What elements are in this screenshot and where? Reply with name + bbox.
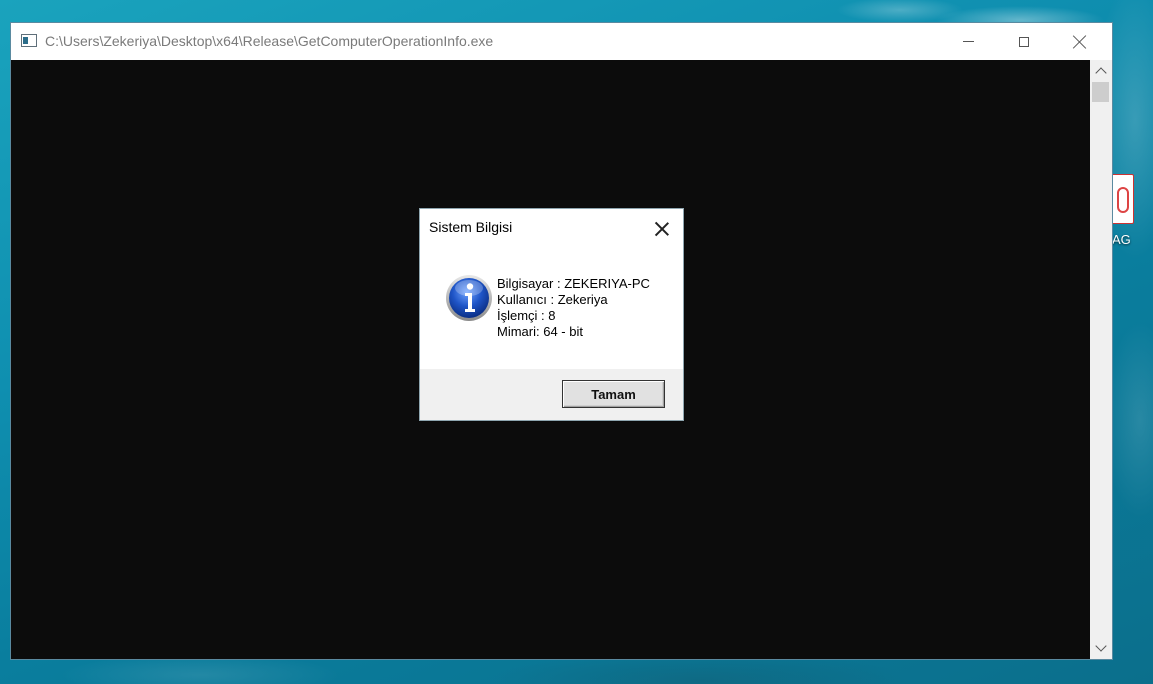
close-button[interactable] [1057, 23, 1103, 60]
console-app-icon [21, 34, 37, 47]
maximize-button[interactable] [1001, 23, 1047, 60]
maximize-icon [1019, 36, 1029, 47]
close-icon [1073, 35, 1087, 49]
minimize-button[interactable] [945, 23, 991, 60]
scroll-up-button[interactable] [1090, 60, 1112, 82]
close-icon [655, 222, 669, 236]
scroll-thumb[interactable] [1092, 82, 1109, 102]
message-line-architecture: Mimari: 64 - bit [497, 324, 583, 339]
message-line-computer: Bilgisayar : ZEKERIYA-PC [497, 276, 650, 291]
pdf-icon [1110, 174, 1134, 224]
message-line-processor: İşlemçi : 8 [497, 308, 556, 323]
minimize-icon [962, 41, 974, 42]
message-text: Bilgisayar : ZEKERIYA-PC Kullanıcı : Zek… [497, 276, 650, 340]
desktop-icon-label: AG [1112, 232, 1131, 247]
window-title: C:\Users\Zekeriya\Desktop\x64\Release\Ge… [45, 33, 494, 49]
window-titlebar[interactable]: C:\Users\Zekeriya\Desktop\x64\Release\Ge… [11, 23, 1112, 60]
vertical-scrollbar[interactable] [1090, 60, 1112, 659]
message-line-user: Kullanıcı : Zekeriya [497, 292, 608, 307]
scroll-down-button[interactable] [1090, 637, 1112, 659]
desktop-file-icon[interactable]: AG [1108, 172, 1153, 252]
chevron-up-icon [1095, 67, 1107, 79]
info-icon [446, 275, 492, 321]
dialog-close-button[interactable] [648, 217, 676, 241]
dialog-title: Sistem Bilgisi [429, 219, 513, 235]
message-box: Sistem Bilgisi Bilgisayar : ZEKERIYA-PC … [419, 208, 684, 421]
ok-button[interactable]: Tamam [562, 380, 665, 408]
dialog-button-bar: Tamam [420, 369, 683, 420]
chevron-down-icon [1095, 640, 1107, 652]
